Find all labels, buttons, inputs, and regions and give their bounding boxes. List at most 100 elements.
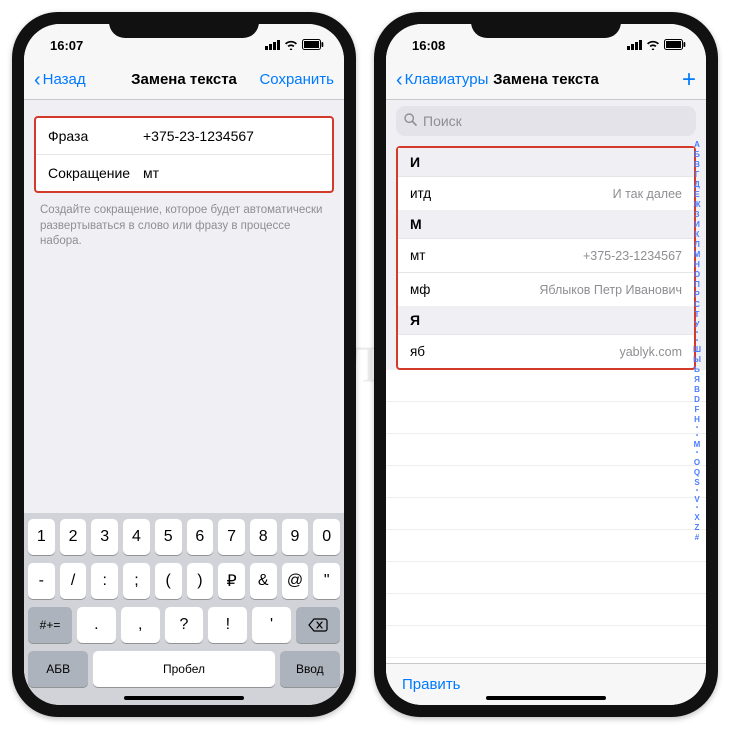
key--[interactable]: - [28, 563, 55, 599]
chevron-left-icon: ‹ [34, 70, 41, 90]
key-([interactable]: ( [155, 563, 182, 599]
index-letter[interactable]: X [694, 513, 699, 523]
index-letter[interactable]: Z [695, 523, 700, 533]
form-block: Фраза +375-23-1234567 Сокращение мт [34, 116, 334, 193]
key-backspace[interactable] [296, 607, 340, 643]
key-"[interactable]: " [313, 563, 340, 599]
key-7[interactable]: 7 [218, 519, 245, 555]
edit-button[interactable]: Править [402, 676, 461, 693]
index-letter[interactable]: И [694, 220, 700, 230]
cellular-icon [265, 40, 280, 50]
key-2[interactable]: 2 [60, 519, 87, 555]
key-0[interactable]: 0 [313, 519, 340, 555]
index-letter[interactable]: • [696, 330, 698, 338]
index-letter[interactable]: С [694, 300, 700, 310]
index-letter[interactable]: Л [694, 240, 700, 250]
key-#+=[interactable]: #+= [28, 607, 72, 643]
index-letter[interactable]: Ы [693, 355, 701, 365]
index-letter[interactable]: • [696, 450, 698, 458]
key-&[interactable]: & [250, 563, 277, 599]
key-₽[interactable]: ₽ [218, 563, 245, 599]
back-button[interactable]: ‹ Назад [34, 70, 114, 90]
home-indicator[interactable] [486, 696, 606, 700]
list-item[interactable]: мт+375-23-1234567 [398, 238, 694, 272]
index-letter[interactable]: Д [694, 180, 700, 190]
key-4[interactable]: 4 [123, 519, 150, 555]
shortcut-row[interactable]: Сокращение мт [36, 155, 332, 191]
index-letter[interactable]: А [694, 140, 700, 150]
index-letter[interactable]: • [696, 505, 698, 513]
home-indicator[interactable] [124, 696, 244, 700]
key-9[interactable]: 9 [282, 519, 309, 555]
key-![interactable]: ! [208, 607, 247, 643]
phrase-row[interactable]: Фраза +375-23-1234567 [36, 118, 332, 155]
key-Пробел[interactable]: Пробел [93, 651, 274, 687]
index-letter[interactable]: M [694, 440, 701, 450]
key-@[interactable]: @ [282, 563, 309, 599]
key-АБВ[interactable]: АБВ [28, 651, 88, 687]
index-letter[interactable]: S [694, 478, 699, 488]
index-letter[interactable]: V [694, 495, 699, 505]
save-button[interactable]: Сохранить [254, 71, 334, 88]
key-8[interactable]: 8 [250, 519, 277, 555]
key-'[interactable]: ' [252, 607, 291, 643]
status-icons [265, 38, 324, 53]
index-letter[interactable]: B [694, 385, 700, 395]
index-letter[interactable]: D [694, 395, 700, 405]
index-letter[interactable]: У [695, 320, 700, 330]
index-letter[interactable]: Ж [693, 200, 700, 210]
add-button[interactable]: + [616, 66, 696, 94]
section-header: Я [398, 306, 694, 334]
index-letter[interactable]: H [694, 415, 700, 425]
index-letter[interactable]: Q [694, 468, 700, 478]
index-letter[interactable]: П [694, 280, 700, 290]
content: Фраза +375-23-1234567 Сокращение мт Созд… [24, 100, 344, 513]
index-letter[interactable]: # [695, 533, 699, 543]
index-letter[interactable]: • [696, 433, 698, 441]
index-letter[interactable]: З [694, 210, 699, 220]
key-;[interactable]: ; [123, 563, 150, 599]
key-:[interactable]: : [91, 563, 118, 599]
shortcut-value[interactable]: мт [143, 165, 320, 181]
key-.[interactable]: . [77, 607, 116, 643]
index-letter[interactable]: О [694, 270, 700, 280]
index-letter[interactable]: Ш [693, 345, 701, 355]
list-item[interactable]: ябyablyk.com [398, 334, 694, 368]
index-letter[interactable]: К [695, 230, 700, 240]
index-letter[interactable]: Е [694, 190, 699, 200]
index-letter[interactable]: • [696, 488, 698, 496]
list-phrase: Яблыков Петр Иванович [539, 283, 682, 297]
index-letter[interactable]: • [696, 338, 698, 346]
index-letter[interactable]: Б [694, 150, 700, 160]
index-bar[interactable]: АБВГДЕЖЗИКЛМНОПРСТУ••ШЫЬЯBDFH••M•OQS•V•X… [690, 140, 704, 623]
key-?[interactable]: ? [165, 607, 204, 643]
index-letter[interactable]: Н [694, 260, 700, 270]
index-letter[interactable]: Р [694, 290, 699, 300]
key-5[interactable]: 5 [155, 519, 182, 555]
index-letter[interactable]: O [694, 458, 700, 468]
index-letter[interactable]: Я [694, 375, 700, 385]
key-Ввод[interactable]: Ввод [280, 651, 340, 687]
search-input[interactable]: Поиск [396, 106, 696, 136]
phrase-value[interactable]: +375-23-1234567 [143, 128, 320, 144]
key-1[interactable]: 1 [28, 519, 55, 555]
key-)[interactable]: ) [187, 563, 214, 599]
back-label: Клавиатуры [405, 71, 489, 88]
list-item[interactable]: итдИ так далее [398, 176, 694, 210]
index-letter[interactable]: М [694, 250, 701, 260]
index-letter[interactable]: Ь [694, 365, 700, 375]
index-letter[interactable]: В [694, 160, 700, 170]
key-6[interactable]: 6 [187, 519, 214, 555]
index-letter[interactable]: • [696, 425, 698, 433]
empty-lines [386, 370, 706, 663]
index-letter[interactable]: F [695, 405, 700, 415]
key-3[interactable]: 3 [91, 519, 118, 555]
statusbar-time: 16:08 [412, 38, 445, 53]
list-item[interactable]: мфЯблыков Петр Иванович [398, 272, 694, 306]
key-,[interactable]: , [121, 607, 160, 643]
index-letter[interactable]: Т [695, 310, 700, 320]
key-/[interactable]: / [60, 563, 87, 599]
list-shortcut: мт [410, 248, 425, 263]
back-button[interactable]: ‹ Клавиатуры [396, 70, 488, 90]
index-letter[interactable]: Г [695, 170, 700, 180]
